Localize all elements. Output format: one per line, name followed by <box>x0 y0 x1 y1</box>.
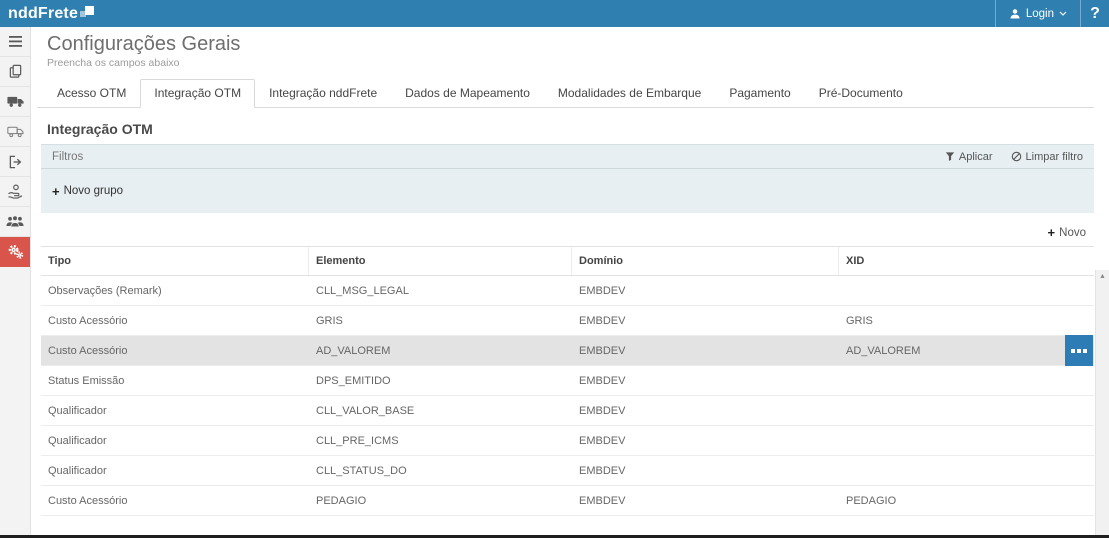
column-header-dominio: Domínio <box>572 247 839 275</box>
column-header-xid: XID <box>839 247 1094 275</box>
help-icon: ? <box>1090 5 1100 23</box>
section-title: Integração OTM <box>47 121 1094 137</box>
logout-icon <box>8 155 23 169</box>
main-content: Configurações Gerais Preencha os campos … <box>31 27 1109 535</box>
table-row[interactable]: Observações (Remark) CLL_MSG_LEGAL EMBDE… <box>41 276 1094 306</box>
chevron-down-icon <box>1059 11 1067 17</box>
plus-icon: + <box>52 185 60 198</box>
login-label: Login <box>1026 8 1054 20</box>
clear-filter-icon <box>1011 151 1022 162</box>
tab-pagamento[interactable]: Pagamento <box>715 79 804 108</box>
sidebar-item-exit[interactable] <box>0 147 30 177</box>
hand-coin-icon <box>7 184 24 199</box>
page-title: Configurações Gerais <box>47 32 1094 56</box>
documents-icon <box>8 64 23 79</box>
tab-acesso-otm[interactable]: Acesso OTM <box>43 79 140 108</box>
column-header-tipo: Tipo <box>41 247 309 275</box>
apply-filter-button[interactable]: Aplicar <box>945 151 993 163</box>
person-icon <box>1009 8 1021 20</box>
filters-panel: Filtros Aplicar Limpar filtr <box>41 144 1094 213</box>
table-row[interactable]: Status Emissão DPS_EMITIDO EMBDEV <box>41 366 1094 396</box>
filter-funnel-icon <box>945 151 955 162</box>
tab-integracao-otm[interactable]: Integração OTM <box>140 79 255 108</box>
clear-filter-button[interactable]: Limpar filtro <box>1011 151 1083 163</box>
tab-pre-documento[interactable]: Pré-Documento <box>805 79 917 108</box>
mapping-table: Tipo Elemento Domínio XID Observações (R… <box>41 246 1094 516</box>
app-window: nddFrete Login ? <box>0 0 1109 538</box>
gears-icon <box>7 243 24 260</box>
ellipsis-icon <box>1083 349 1087 353</box>
filters-title: Filtros <box>52 151 83 163</box>
table-row-selected[interactable]: Custo Acessório AD_VALOREM EMBDEV AD_VAL… <box>41 336 1094 366</box>
sidebar-item-documents[interactable] <box>0 57 30 87</box>
tab-bar: Acesso OTM Integração OTM Integração ndd… <box>37 79 1094 108</box>
help-button[interactable]: ? <box>1081 0 1109 27</box>
tab-dados-de-mapeamento[interactable]: Dados de Mapeamento <box>391 79 544 108</box>
sidebar <box>0 27 31 535</box>
table-row[interactable]: Custo Acessório PEDAGIO EMBDEV PEDAGIO <box>41 486 1094 516</box>
truck-outline-icon <box>7 125 24 138</box>
sidebar-item-truck-outline[interactable] <box>0 117 30 147</box>
app-logo[interactable]: nddFrete <box>8 0 94 27</box>
plus-icon: + <box>1048 226 1056 239</box>
new-record-button[interactable]: + Novo <box>1048 226 1086 239</box>
app-logo-text: nddFrete <box>8 5 78 23</box>
row-actions-button[interactable] <box>1065 335 1093 366</box>
table-row[interactable]: Custo Acessório GRIS EMBDEV GRIS <box>41 306 1094 336</box>
table-row[interactable]: Qualificador CLL_STATUS_DO EMBDEV <box>41 456 1094 486</box>
scroll-up-icon[interactable]: ▲ <box>1096 270 1109 280</box>
new-group-button[interactable]: + Novo grupo <box>52 185 123 198</box>
hamburger-icon <box>9 36 22 47</box>
table-header: Tipo Elemento Domínio XID <box>41 246 1094 276</box>
tab-modalidades-de-embarque[interactable]: Modalidades de Embarque <box>544 79 715 108</box>
column-header-elemento: Elemento <box>309 247 572 275</box>
ellipsis-icon <box>1071 349 1075 353</box>
tab-integracao-nddfrete[interactable]: Integração nddFrete <box>255 79 391 108</box>
table-row[interactable]: Qualificador CLL_PRE_ICMS EMBDEV <box>41 426 1094 456</box>
top-bar: nddFrete Login ? <box>0 0 1109 27</box>
sidebar-item-settings[interactable] <box>0 237 30 267</box>
page-subtitle: Preencha os campos abaixo <box>47 57 1094 69</box>
sidebar-item-payment[interactable] <box>0 177 30 207</box>
sidebar-item-users[interactable] <box>0 207 30 237</box>
ellipsis-icon <box>1077 349 1081 353</box>
table-row[interactable]: Qualificador CLL_VALOR_BASE EMBDEV <box>41 396 1094 426</box>
sidebar-item-menu[interactable] <box>0 27 30 57</box>
truck-icon <box>7 95 24 108</box>
table-scrollbar[interactable]: ▲ <box>1095 270 1109 535</box>
users-icon <box>6 215 24 228</box>
login-menu[interactable]: Login <box>995 0 1081 27</box>
ndd-logo-mark-icon <box>80 6 94 22</box>
sidebar-item-truck[interactable] <box>0 87 30 117</box>
